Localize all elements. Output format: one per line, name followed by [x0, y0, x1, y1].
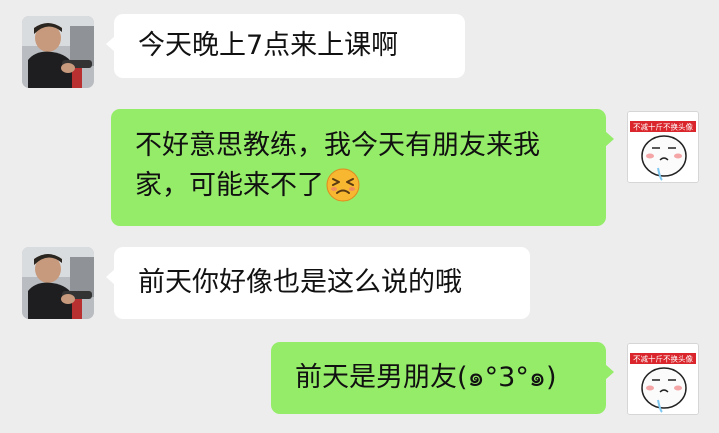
- coach-avatar[interactable]: [22, 247, 94, 319]
- sticker-band-text: 不减十斤不换头像: [633, 354, 693, 364]
- message-bubble-incoming[interactable]: 前天你好像也是这么说的哦: [106, 247, 530, 319]
- message-bubble-outgoing[interactable]: 前天是男朋友(๑°3°๑): [271, 342, 614, 414]
- coach-avatar-photo: [22, 247, 94, 319]
- persevering-face-emoji: [326, 168, 360, 201]
- user-avatar[interactable]: 不减十斤不换头像: [627, 343, 699, 415]
- message-bubble-outgoing[interactable]: 不好意思教练，我今天有朋友来我家，可能来不了: [111, 109, 614, 226]
- coach-avatar[interactable]: [22, 16, 94, 88]
- sticker-band-text: 不减十斤不换头像: [633, 122, 693, 132]
- coach-avatar-photo: [22, 16, 94, 88]
- chat-window: 今天晚上7点来上课啊 不好意思教练，我今天有朋友来我家，可能来不了 不减十斤不换…: [0, 0, 719, 433]
- message-text: 前天你好像也是这么说的哦: [138, 267, 462, 298]
- user-avatar-sticker: 不减十斤不换头像: [628, 344, 698, 414]
- message-text: 今天晚上7点来上课啊: [138, 30, 399, 61]
- message-bubble-incoming[interactable]: 今天晚上7点来上课啊: [106, 14, 465, 78]
- user-avatar-sticker: 不减十斤不换头像: [628, 112, 698, 182]
- message-text: 前天是男朋友(๑°3°๑): [295, 362, 557, 393]
- user-avatar[interactable]: 不减十斤不换头像: [627, 111, 699, 183]
